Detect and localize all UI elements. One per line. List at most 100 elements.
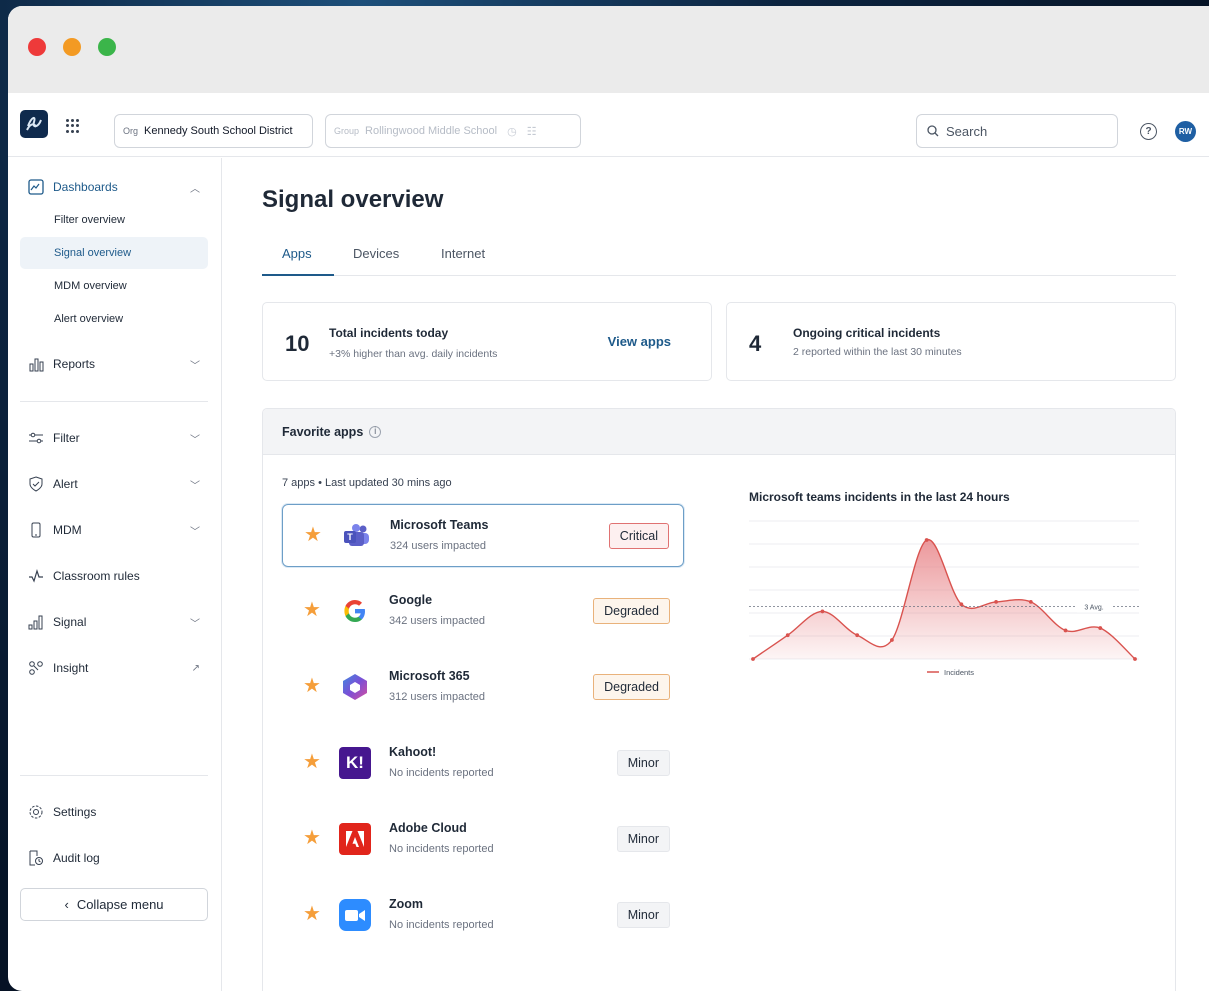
sidebar-label: Alert <box>53 477 78 491</box>
app-logo[interactable] <box>20 110 48 138</box>
minimize-window-button[interactable] <box>63 38 81 56</box>
logo-icon <box>26 116 42 131</box>
collapse-menu-label: Collapse menu <box>76 897 164 912</box>
tab-bar: Apps Devices Internet <box>262 238 1176 276</box>
stat-title: Ongoing critical incidents <box>793 326 941 340</box>
sidebar-item-classroom-rules[interactable]: Classroom rules <box>20 561 208 591</box>
status-badge: Minor <box>616 750 670 776</box>
tab-apps[interactable]: Apps <box>282 246 312 261</box>
list-icon[interactable]: ☷ <box>527 125 537 138</box>
sidebar-item-mdm[interactable]: MDM ﹀ <box>20 515 208 545</box>
chart-title: Microsoft teams incidents in the last 24… <box>749 490 1010 504</box>
stat-title: Total incidents today <box>329 326 449 340</box>
app-launcher-icon[interactable] <box>66 119 80 133</box>
app-row-kahoot[interactable]: ★ K! Kahoot! No incidents reported Minor <box>282 732 684 795</box>
tab-devices[interactable]: Devices <box>353 246 399 261</box>
app-row-zoom[interactable]: ★ Zoom No incidents reported Minor <box>282 884 684 947</box>
sidebar-item-settings[interactable]: Settings <box>20 797 208 827</box>
favorite-apps-meta: 7 apps • Last updated 30 mins ago <box>282 477 452 489</box>
sidebar-item-signal-overview[interactable]: Signal overview <box>20 237 208 269</box>
clock-icon[interactable]: ◷ <box>507 125 517 138</box>
app-name: Zoom <box>389 897 424 911</box>
avatar[interactable]: RW <box>1175 121 1196 142</box>
teams-icon: T <box>340 520 372 552</box>
stat-subtitle: 2 reported within the last 30 minutes <box>793 346 962 358</box>
sidebar-label: MDM <box>53 523 82 537</box>
sidebar-item-filter[interactable]: Filter ﹀ <box>20 423 208 453</box>
sidebar-label: Dashboards <box>53 180 118 194</box>
stat-subtitle: +3% higher than avg. daily incidents <box>329 348 498 360</box>
app-row-microsoft-teams[interactable]: ★ T Microsoft Teams 324 users impacted C… <box>282 504 684 567</box>
app-row-adobe-cloud[interactable]: ★ Adobe Cloud No incidents reported Mino… <box>282 808 684 871</box>
external-link-icon: ↗ <box>191 662 200 674</box>
chart-point <box>994 599 998 604</box>
star-icon[interactable]: ★ <box>303 600 321 620</box>
active-tab-indicator <box>262 274 334 276</box>
org-selector[interactable]: Org Kennedy South School District <box>114 114 313 148</box>
signal-bars-icon <box>26 612 46 632</box>
sidebar-label: Signal <box>53 615 87 629</box>
app-impact: No incidents reported <box>389 919 494 931</box>
status-badge: Critical <box>608 523 669 549</box>
app-name: Microsoft Teams <box>390 518 489 532</box>
star-icon[interactable]: ★ <box>303 752 321 772</box>
sidebar-label: Classroom rules <box>53 569 140 583</box>
app-impact: No incidents reported <box>389 843 494 855</box>
sidebar-item-insight[interactable]: Insight ↗ <box>20 653 208 683</box>
top-bar: Org Kennedy South School District Group … <box>8 93 1209 157</box>
chart-avg-label: 3 Avg. <box>1084 605 1103 612</box>
view-apps-link[interactable]: View apps <box>608 334 671 349</box>
sidebar-label: Audit log <box>53 851 100 865</box>
star-icon[interactable]: ★ <box>303 828 321 848</box>
search-input[interactable]: Search <box>916 114 1118 148</box>
status-badge: Degraded <box>593 674 670 700</box>
sidebar-item-reports[interactable]: Reports ﹀ <box>20 349 208 379</box>
tab-internet[interactable]: Internet <box>441 246 485 261</box>
close-window-button[interactable] <box>28 38 46 56</box>
sidebar-label: Settings <box>53 805 97 819</box>
window-controls <box>28 38 116 56</box>
collapse-menu-button[interactable]: ‹ Collapse menu <box>20 888 208 921</box>
chart-point <box>855 633 860 638</box>
status-badge: Minor <box>616 902 670 928</box>
sliders-icon <box>26 428 46 448</box>
app-name: Google <box>389 593 433 607</box>
chart-point <box>785 633 790 638</box>
sidebar: Dashboards ︿ Filter overview Signal over… <box>8 158 222 991</box>
chart-point <box>1098 626 1103 630</box>
favorite-apps-header: Favorite apps i <box>263 409 1175 455</box>
info-icon[interactable]: i <box>369 425 382 438</box>
page-title: Signal overview <box>262 186 444 213</box>
sidebar-item-alert[interactable]: Alert ﹀ <box>20 469 208 499</box>
status-badge: Minor <box>616 826 670 852</box>
sidebar-item-alert-overview[interactable]: Alert overview <box>20 303 208 335</box>
group-selector[interactable]: Group Rollingwood Middle School ◷ ☷ <box>325 114 581 148</box>
app-row-microsoft-365[interactable]: ★ Microsoft 365 312 users impacted Degra… <box>282 656 684 719</box>
document-clock-icon <box>26 848 46 868</box>
sidebar-item-filter-overview[interactable]: Filter overview <box>20 204 208 236</box>
org-tag: Org <box>123 126 139 136</box>
chart-point <box>751 657 755 661</box>
chart-point <box>890 638 894 642</box>
sidebar-label: Reports <box>53 357 96 371</box>
chevron-down-icon: ﹀ <box>190 360 200 372</box>
sidebar-item-dashboards[interactable]: Dashboards ︿ <box>20 172 208 202</box>
sidebar-item-signal[interactable]: Signal ﹀ <box>20 607 208 637</box>
chart-point <box>959 602 964 607</box>
app-impact: No incidents reported <box>389 767 494 779</box>
star-icon[interactable]: ★ <box>304 525 322 545</box>
help-icon[interactable]: ? <box>1140 123 1157 140</box>
stat-number: 4 <box>749 331 762 356</box>
sidebar-divider <box>20 401 208 402</box>
maximize-window-button[interactable] <box>98 38 116 56</box>
star-icon[interactable]: ★ <box>303 676 321 696</box>
critical-incidents-card: 4 Ongoing critical incidents 2 reported … <box>726 302 1176 381</box>
sidebar-item-mdm-overview[interactable]: MDM overview <box>20 270 208 302</box>
sidebar-divider <box>20 775 208 776</box>
chart-point <box>820 609 825 614</box>
chart-point <box>1028 599 1033 604</box>
sidebar-item-audit-log[interactable]: Audit log <box>20 843 208 873</box>
app-row-google[interactable]: ★ Google 342 users impacted Degraded <box>282 580 684 643</box>
star-icon[interactable]: ★ <box>303 904 321 924</box>
chart-legend-label: Incidents <box>944 668 974 677</box>
